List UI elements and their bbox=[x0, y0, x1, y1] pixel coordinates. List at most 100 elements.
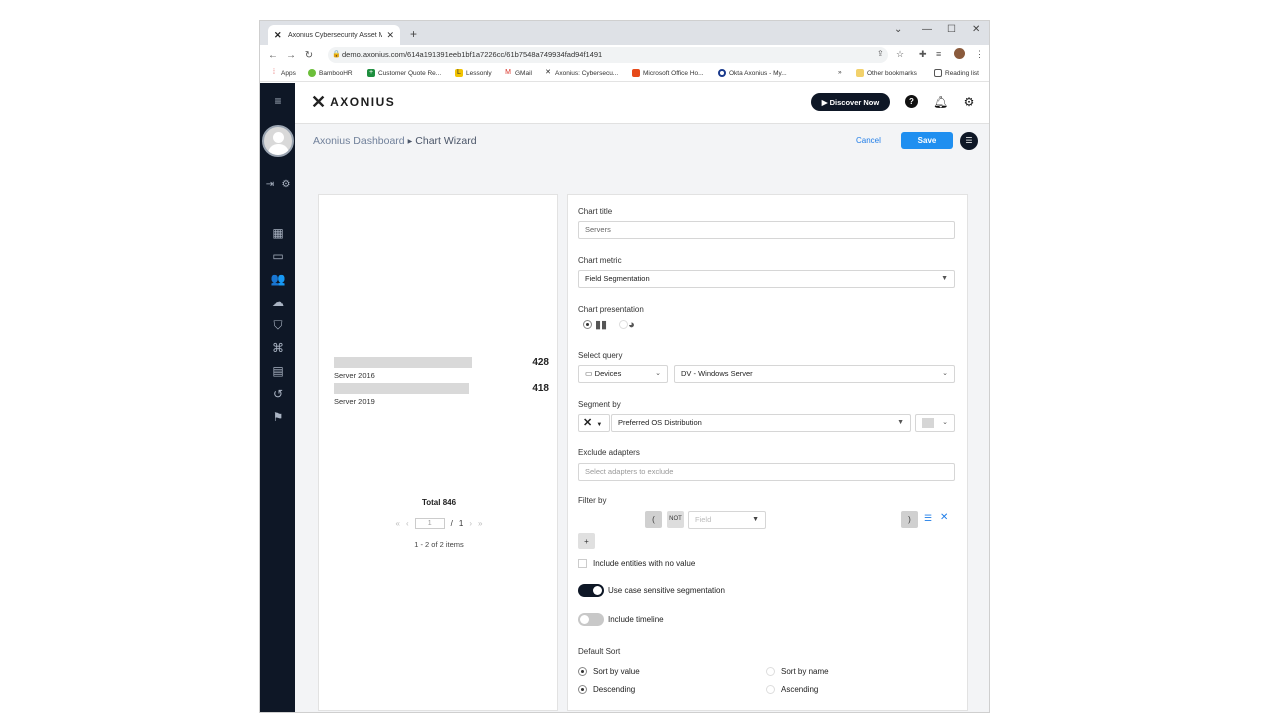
include-no-value-checkbox[interactable] bbox=[578, 559, 587, 568]
bar[interactable] bbox=[334, 383, 469, 394]
hamburger-menu-icon[interactable]: ≡ bbox=[268, 93, 288, 109]
forward-icon[interactable]: → bbox=[282, 50, 300, 61]
reload-icon[interactable]: ↻ bbox=[300, 50, 318, 61]
bookmark-star-icon[interactable]: ☆ bbox=[896, 49, 904, 60]
browser-menu-icon[interactable]: ⋮ bbox=[975, 49, 984, 60]
filter-field-select[interactable]: Field ▼ bbox=[688, 511, 766, 529]
include-timeline-toggle[interactable] bbox=[578, 613, 604, 626]
page-total: 1 bbox=[458, 519, 464, 528]
total-count: Total 846 bbox=[421, 498, 457, 507]
profile-avatar[interactable] bbox=[954, 48, 965, 59]
close-window-icon[interactable]: ✕ bbox=[972, 24, 980, 35]
segment-field-select[interactable]: Preferred OS Distribution ▼ bbox=[611, 414, 911, 432]
notifications-bell-icon[interactable]: 🔔︎ bbox=[933, 95, 948, 109]
bookmark-lessonly[interactable]: L Lessonly bbox=[455, 69, 492, 77]
dashboard-icon[interactable]: ▦ bbox=[268, 225, 288, 241]
add-filter-button[interactable]: + bbox=[578, 533, 595, 549]
pie-presentation-radio[interactable] bbox=[619, 320, 629, 329]
filter-options-icon[interactable]: ☰ bbox=[924, 513, 932, 524]
browser-tab[interactable]: ✕ Axonius Cybersecurity Asset Ma ✕ bbox=[268, 25, 400, 45]
bar-presentation-radio[interactable] bbox=[583, 320, 592, 329]
user-avatar[interactable] bbox=[262, 125, 294, 157]
save-button[interactable]: Save bbox=[901, 132, 953, 149]
history-icon[interactable]: ↺ bbox=[268, 386, 288, 402]
chart-presentation-label: Chart presentation bbox=[578, 305, 644, 314]
query-select[interactable]: DV - Windows Server ⌄ bbox=[674, 365, 955, 383]
bookmark-apps[interactable]: ⁞ Apps bbox=[270, 69, 296, 77]
presentation-options: ▮▮ ◕ bbox=[583, 318, 635, 331]
close-tab-icon[interactable]: ✕ bbox=[386, 30, 394, 41]
adapters-icon[interactable]: ⌘ bbox=[268, 340, 288, 356]
enforcement-icon[interactable]: ⚑ bbox=[268, 409, 288, 425]
address-bar: ← → ↻ 🔒 demo.axonius.com/614a191391eeb1b… bbox=[260, 45, 989, 65]
new-tab-icon[interactable]: + bbox=[410, 27, 417, 41]
security-shield-icon[interactable]: ⛉ bbox=[268, 317, 288, 333]
sheets-icon: + bbox=[367, 69, 375, 77]
include-no-value-option[interactable]: Include entities with no value bbox=[578, 559, 695, 568]
back-icon[interactable]: ← bbox=[264, 50, 282, 61]
help-button[interactable]: ? bbox=[905, 95, 919, 109]
list-menu-button[interactable]: ☰ bbox=[960, 132, 978, 150]
last-page-icon[interactable]: » bbox=[478, 519, 482, 528]
bookmark-axonius[interactable]: ✕ Axonius: Cybersecu... bbox=[544, 69, 618, 77]
cloud-icon[interactable]: ☁ bbox=[268, 294, 288, 310]
sort-by-value-radio[interactable] bbox=[578, 667, 587, 676]
ascending-option[interactable]: Ascending bbox=[766, 685, 818, 694]
bar-row[interactable]: 418 Server 2019 bbox=[334, 383, 549, 407]
close-paren-button[interactable]: ) bbox=[901, 511, 918, 528]
app-root: ≡ ⇥ ⚙ ▦ ▭ 👥 ☁ ⛉ ⌘ ▤ ↺ ⚑ ✕ AXONIUS ▶ Disc… bbox=[260, 83, 989, 712]
url-field[interactable]: 🔒 demo.axonius.com/614a191391eeb1bf1a722… bbox=[328, 47, 888, 63]
users-icon[interactable]: 👥 bbox=[268, 271, 288, 287]
axonius-logo[interactable]: ✕ AXONIUS bbox=[311, 93, 395, 111]
breadcrumb-dashboard[interactable]: Axonius Dashboard bbox=[313, 135, 405, 147]
lessonly-icon: L bbox=[455, 69, 463, 77]
cancel-button[interactable]: Cancel bbox=[856, 136, 881, 145]
prev-page-icon[interactable]: ‹ bbox=[406, 519, 409, 528]
segment-by-label: Segment by bbox=[578, 400, 621, 409]
chart-title-input[interactable]: Servers bbox=[578, 221, 955, 239]
first-page-icon[interactable]: « bbox=[396, 519, 400, 528]
not-button[interactable]: NOT bbox=[667, 511, 684, 528]
other-bookmarks[interactable]: Other bookmarks bbox=[856, 69, 917, 77]
bookmark-bamboohr[interactable]: BambooHR bbox=[308, 69, 353, 77]
next-page-icon[interactable]: › bbox=[469, 519, 472, 528]
sort-by-value-option[interactable]: Sort by value bbox=[578, 667, 640, 676]
adapter-select[interactable]: ✕ ▼ bbox=[578, 414, 610, 432]
settings-small-icon[interactable]: ⚙ bbox=[279, 177, 293, 193]
chevron-down-icon: ▼ bbox=[752, 516, 759, 523]
open-paren-button[interactable]: ( bbox=[645, 511, 662, 528]
exclude-adapters-input[interactable]: Select adapters to exclude bbox=[578, 463, 955, 481]
share-icon[interactable]: ⇪ bbox=[877, 49, 884, 58]
bookmark-office[interactable]: Microsoft Office Ho... bbox=[632, 69, 704, 77]
logout-icon[interactable]: ⇥ bbox=[263, 177, 277, 193]
discover-now-button[interactable]: ▶ Discover Now bbox=[811, 93, 890, 111]
page-number-input[interactable]: 1 bbox=[414, 518, 445, 529]
more-bookmarks-icon[interactable]: » bbox=[838, 69, 842, 76]
bookmark-okta[interactable]: Okta Axonius - My... bbox=[718, 69, 787, 77]
extensions-icon[interactable]: ✚ bbox=[919, 49, 927, 60]
case-sensitive-toggle[interactable] bbox=[578, 584, 604, 597]
entity-select[interactable]: ▭ Devices ⌄ bbox=[578, 365, 668, 383]
bar-row[interactable]: 428 Server 2016 bbox=[334, 357, 549, 381]
remove-filter-icon[interactable]: ✕ bbox=[940, 512, 948, 523]
chart-metric-select[interactable]: Field Segmentation ▼ bbox=[578, 270, 955, 288]
sidebar: ≡ ⇥ ⚙ ▦ ▭ 👥 ☁ ⛉ ⌘ ▤ ↺ ⚑ bbox=[260, 83, 295, 712]
reports-icon[interactable]: ▤ bbox=[268, 363, 288, 379]
bookmark-customer-quote[interactable]: + Customer Quote Re... bbox=[367, 69, 441, 77]
sort-by-name-option[interactable]: Sort by name bbox=[766, 667, 829, 676]
color-swatch bbox=[922, 418, 934, 428]
sort-by-name-radio[interactable] bbox=[766, 667, 775, 676]
ascending-radio[interactable] bbox=[766, 685, 775, 694]
bookmark-gmail[interactable]: M GMail bbox=[504, 69, 532, 77]
reading-list[interactable]: Reading list bbox=[934, 69, 979, 77]
tab-search-icon[interactable]: ⌄ bbox=[894, 24, 902, 35]
settings-gear-icon[interactable]: ⚙ bbox=[962, 95, 976, 109]
maximize-icon[interactable]: ☐ bbox=[947, 24, 956, 35]
descending-option[interactable]: Descending bbox=[578, 685, 635, 694]
bar[interactable] bbox=[334, 357, 472, 368]
minimize-icon[interactable]: — bbox=[922, 24, 932, 35]
devices-icon[interactable]: ▭ bbox=[268, 248, 288, 264]
descending-radio[interactable] bbox=[578, 685, 587, 694]
media-icon[interactable]: ≡ bbox=[936, 49, 941, 59]
segment-value-select[interactable]: ⌄ bbox=[915, 414, 955, 432]
